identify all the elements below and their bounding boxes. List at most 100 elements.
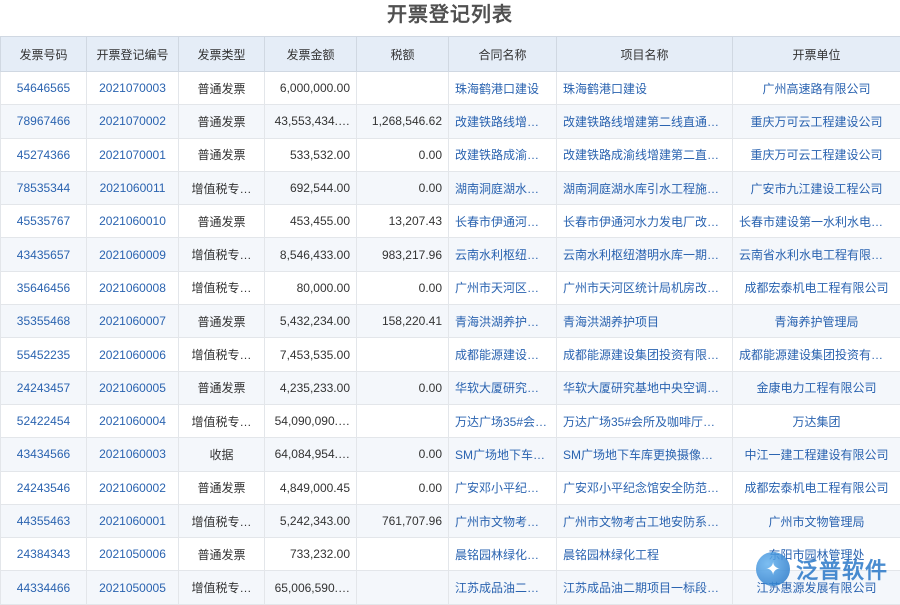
cell-reg-no[interactable]: 2021060010	[87, 205, 179, 238]
cell-reg-no[interactable]: 2021050006	[87, 538, 179, 571]
cell-contract[interactable]: 改建铁路成渝…	[449, 138, 557, 171]
cell-project[interactable]: SM广场地下车库更换摄像…	[557, 438, 733, 471]
cell-invoice-no[interactable]: 24384343	[1, 538, 87, 571]
cell-invoice-no[interactable]: 54646565	[1, 72, 87, 105]
table-row[interactable]: 356464562021060008增值税专…80,000.000.00广州市天…	[1, 271, 900, 304]
cell-reg-no[interactable]: 2021060003	[87, 438, 179, 471]
cell-unit[interactable]: 广安市九江建设工程公司	[733, 171, 900, 204]
cell-contract[interactable]: 成都能源建设…	[449, 338, 557, 371]
column-header-project[interactable]: 项目名称	[557, 37, 733, 72]
table-row[interactable]: 789674662021070002普通发票43,553,434.…1,268,…	[1, 105, 900, 138]
cell-project[interactable]: 云南水利枢纽潜明水库一期…	[557, 238, 733, 271]
table-row[interactable]: 546465652021070003普通发票6,000,000.00珠海鹤港口建…	[1, 72, 900, 105]
cell-invoice-no[interactable]: 52422454	[1, 404, 87, 437]
cell-unit[interactable]: 广州高速路有限公司	[733, 72, 900, 105]
cell-reg-no[interactable]: 2021060005	[87, 371, 179, 404]
cell-invoice-no[interactable]: 78535344	[1, 171, 87, 204]
cell-invoice-no[interactable]: 43434566	[1, 438, 87, 471]
cell-unit[interactable]: 成都能源建设集团投资有限…	[733, 338, 900, 371]
cell-contract[interactable]: 晨铭园林绿化…	[449, 538, 557, 571]
cell-reg-no[interactable]: 2021060001	[87, 504, 179, 537]
cell-reg-no[interactable]: 2021050005	[87, 571, 179, 604]
cell-invoice-no[interactable]: 24243457	[1, 371, 87, 404]
cell-invoice-no[interactable]: 43435657	[1, 238, 87, 271]
cell-invoice-no[interactable]: 35646456	[1, 271, 87, 304]
table-row[interactable]: 242434572021060005普通发票4,235,233.000.00华软…	[1, 371, 900, 404]
cell-reg-no[interactable]: 2021070003	[87, 72, 179, 105]
cell-invoice-no[interactable]: 45274366	[1, 138, 87, 171]
table-row[interactable]: 353554682021060007普通发票5,432,234.00158,22…	[1, 305, 900, 338]
table-row[interactable]: 554522352021060006增值税专…7,453,535.00成都能源建…	[1, 338, 900, 371]
cell-invoice-no[interactable]: 45535767	[1, 205, 87, 238]
cell-reg-no[interactable]: 2021060008	[87, 271, 179, 304]
column-header-type[interactable]: 发票类型	[179, 37, 265, 72]
cell-invoice-no[interactable]: 55452235	[1, 338, 87, 371]
table-row[interactable]: 785353442021060011增值税专…692,544.000.00湖南洞…	[1, 171, 900, 204]
column-header-tax[interactable]: 税额	[357, 37, 449, 72]
cell-unit[interactable]: 万达集团	[733, 404, 900, 437]
cell-project[interactable]: 晨铭园林绿化工程	[557, 538, 733, 571]
cell-project[interactable]: 万达广场35#会所及咖啡厅…	[557, 404, 733, 437]
table-row[interactable]: 443554632021060001增值税专…5,242,343.00761,7…	[1, 504, 900, 537]
cell-unit[interactable]: 中江一建工程建设有限公司	[733, 438, 900, 471]
cell-contract[interactable]: 青海洪湖养护…	[449, 305, 557, 338]
cell-unit[interactable]: 长春市建设第一水利水电建…	[733, 205, 900, 238]
cell-project[interactable]: 珠海鹤港口建设	[557, 72, 733, 105]
cell-reg-no[interactable]: 2021060009	[87, 238, 179, 271]
cell-reg-no[interactable]: 2021060002	[87, 471, 179, 504]
cell-project[interactable]: 华软大厦研究基地中央空调…	[557, 371, 733, 404]
cell-project[interactable]: 长春市伊通河水力发电厂改…	[557, 205, 733, 238]
cell-contract[interactable]: 万达广场35#会…	[449, 404, 557, 437]
cell-unit[interactable]: 成都宏泰机电工程有限公司	[733, 271, 900, 304]
cell-project[interactable]: 广州市文物考古工地安防系…	[557, 504, 733, 537]
cell-contract[interactable]: 广州市文物考…	[449, 504, 557, 537]
cell-reg-no[interactable]: 2021060006	[87, 338, 179, 371]
cell-unit[interactable]: 重庆万可云工程建设公司	[733, 138, 900, 171]
cell-reg-no[interactable]: 2021060004	[87, 404, 179, 437]
cell-unit[interactable]: 青海养护管理局	[733, 305, 900, 338]
cell-reg-no[interactable]: 2021070001	[87, 138, 179, 171]
cell-project[interactable]: 湖南洞庭湖水库引水工程施…	[557, 171, 733, 204]
cell-unit[interactable]: 金康电力工程有限公司	[733, 371, 900, 404]
cell-project[interactable]: 改建铁路成渝线增建第二直…	[557, 138, 733, 171]
cell-contract[interactable]: 广安邓小平纪…	[449, 471, 557, 504]
cell-contract[interactable]: 长春市伊通河…	[449, 205, 557, 238]
cell-reg-no[interactable]: 2021060011	[87, 171, 179, 204]
cell-project[interactable]: 广安邓小平纪念馆安全防范…	[557, 471, 733, 504]
table-row[interactable]: 455357672021060010普通发票453,455.0013,207.4…	[1, 205, 900, 238]
cell-invoice-no[interactable]: 44355463	[1, 504, 87, 537]
table-row[interactable]: 524224542021060004增值税专…54,090,090.…万达广场3…	[1, 404, 900, 437]
column-header-contract[interactable]: 合同名称	[449, 37, 557, 72]
cell-project[interactable]: 江苏成品油二期项目一标段…	[557, 571, 733, 604]
cell-unit[interactable]: 云南省水利水电工程有限公司	[733, 238, 900, 271]
column-header-unit[interactable]: 开票单位	[733, 37, 900, 72]
table-row[interactable]: 434345662021060003收据64,084,954.…0.00SM广场…	[1, 438, 900, 471]
cell-invoice-no[interactable]: 24243546	[1, 471, 87, 504]
cell-invoice-no[interactable]: 35355468	[1, 305, 87, 338]
cell-contract[interactable]: 珠海鹤港口建设	[449, 72, 557, 105]
cell-project[interactable]: 成都能源建设集团投资有限…	[557, 338, 733, 371]
cell-unit[interactable]: 成都宏泰机电工程有限公司	[733, 471, 900, 504]
cell-contract[interactable]: 华软大厦研究…	[449, 371, 557, 404]
table-row[interactable]: 434356572021060009增值税专…8,546,433.00983,2…	[1, 238, 900, 271]
column-header-reg-no[interactable]: 开票登记编号	[87, 37, 179, 72]
cell-contract[interactable]: 广州市天河区…	[449, 271, 557, 304]
cell-contract[interactable]: 云南水利枢纽…	[449, 238, 557, 271]
cell-reg-no[interactable]: 2021070002	[87, 105, 179, 138]
table-row[interactable]: 452743662021070001普通发票533,532.000.00改建铁路…	[1, 138, 900, 171]
column-header-amount[interactable]: 发票金额	[265, 37, 357, 72]
cell-contract[interactable]: SM广场地下车…	[449, 438, 557, 471]
cell-invoice-no[interactable]: 78967466	[1, 105, 87, 138]
cell-invoice-no[interactable]: 44334466	[1, 571, 87, 604]
cell-project[interactable]: 青海洪湖养护项目	[557, 305, 733, 338]
cell-unit[interactable]: 重庆万可云工程建设公司	[733, 105, 900, 138]
cell-reg-no[interactable]: 2021060007	[87, 305, 179, 338]
column-header-invoice-no[interactable]: 发票号码	[1, 37, 87, 72]
cell-project[interactable]: 广州市天河区统计局机房改…	[557, 271, 733, 304]
cell-contract[interactable]: 湖南洞庭湖水…	[449, 171, 557, 204]
cell-contract[interactable]: 改建铁路线增…	[449, 105, 557, 138]
table-row[interactable]: 242435462021060002普通发票4,849,000.450.00广安…	[1, 471, 900, 504]
cell-unit[interactable]: 广州市文物管理局	[733, 504, 900, 537]
cell-project[interactable]: 改建铁路线增建第二线直通…	[557, 105, 733, 138]
cell-contract[interactable]: 江苏成品油二…	[449, 571, 557, 604]
